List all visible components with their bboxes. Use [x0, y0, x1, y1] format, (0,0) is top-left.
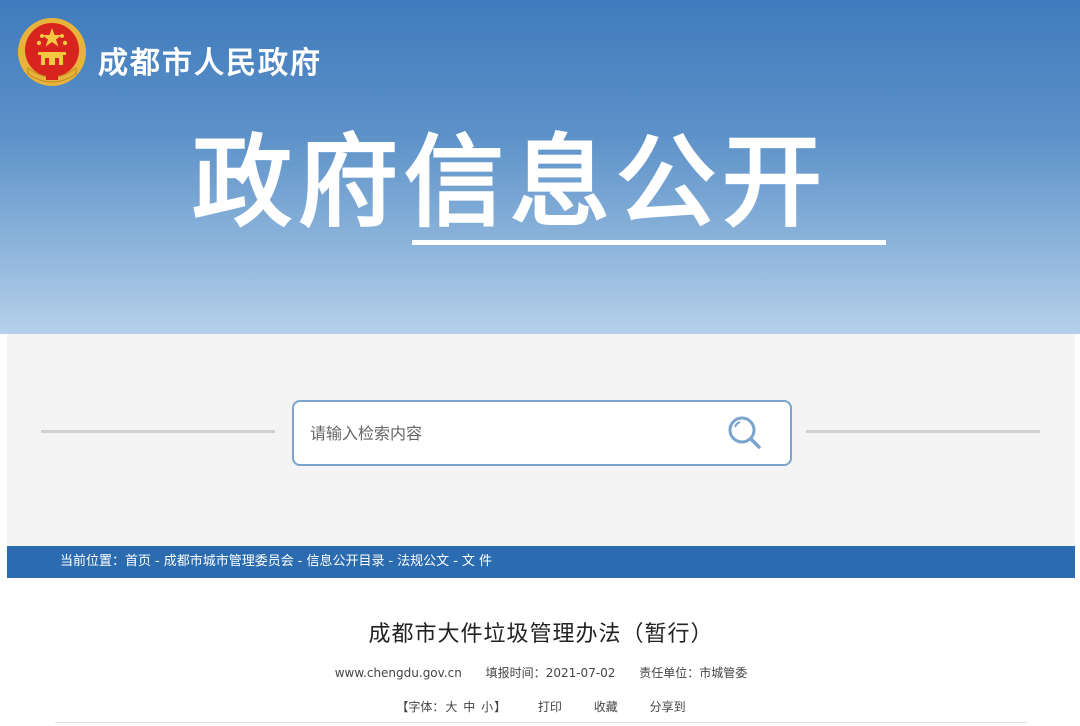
print-button[interactable]: 打印	[538, 700, 562, 714]
article-unit-group: 责任单位：市城管委	[639, 666, 747, 680]
breadcrumb-label: 当前位置：	[60, 554, 126, 569]
article-date-group: 填报时间：2021-07-02	[486, 666, 616, 680]
unit-label: 责任单位：	[639, 666, 700, 680]
share-button[interactable]: 分享到	[650, 700, 686, 714]
article-unit: 市城管委	[699, 666, 748, 680]
breadcrumb-item-home[interactable]: 首页	[125, 554, 151, 569]
article-source: www.chengdu.gov.cn	[334, 666, 462, 680]
article-date: 2021-07-02	[545, 666, 616, 680]
breadcrumb-separator: -	[453, 554, 458, 569]
search-icon[interactable]	[726, 414, 764, 452]
search-input[interactable]	[308, 417, 712, 449]
breadcrumb-separator: -	[297, 554, 303, 569]
date-label: 填报时间：	[485, 666, 546, 680]
search-divider-right	[806, 430, 1040, 433]
search-box	[292, 400, 792, 466]
font-medium-button[interactable]: 中	[463, 700, 475, 714]
breadcrumb-item-info-catalog[interactable]: 信息公开目录	[306, 554, 384, 569]
breadcrumb: 当前位置：首页 - 成都市城市管理委员会 - 信息公开目录 - 法规公文 - 文 件	[7, 546, 1075, 578]
search-panel	[7, 334, 1075, 546]
favorite-button[interactable]: 收藏	[594, 700, 618, 714]
article-toolbar: 【字体：大 中 小】 打印 收藏 分享到	[7, 698, 1075, 715]
article-content: 成都市大件垃圾管理办法（暂行） www.chengdu.gov.cn 填报时间：…	[7, 578, 1075, 726]
font-close: 】	[494, 700, 507, 714]
national-emblem-icon	[18, 18, 86, 86]
search-divider-left	[41, 430, 275, 433]
content-divider	[55, 722, 1027, 723]
banner-underline	[412, 240, 886, 245]
article-meta: www.chengdu.gov.cn 填报时间：2021-07-02 责任单位：…	[7, 664, 1075, 681]
site-name[interactable]: 成都市人民政府	[98, 38, 322, 82]
font-small-button[interactable]: 小	[481, 700, 493, 714]
banner-title: 政府信息公开	[192, 124, 828, 241]
font-open: 【字体：	[396, 700, 445, 714]
breadcrumb-item-documents[interactable]: 文 件	[462, 554, 492, 569]
font-large-button[interactable]: 大	[445, 700, 457, 714]
breadcrumb-item-regulations[interactable]: 法规公文	[397, 554, 449, 569]
breadcrumb-separator: -	[155, 554, 160, 569]
breadcrumb-separator: -	[388, 554, 394, 569]
font-size-selector: 【字体：大 中 小】	[396, 700, 506, 714]
article-title: 成都市大件垃圾管理办法（暂行）	[368, 622, 714, 647]
breadcrumb-item-city-management[interactable]: 成都市城市管理委员会	[164, 554, 294, 569]
header-banner: 成都市人民政府 政府信息公开	[0, 0, 1080, 334]
